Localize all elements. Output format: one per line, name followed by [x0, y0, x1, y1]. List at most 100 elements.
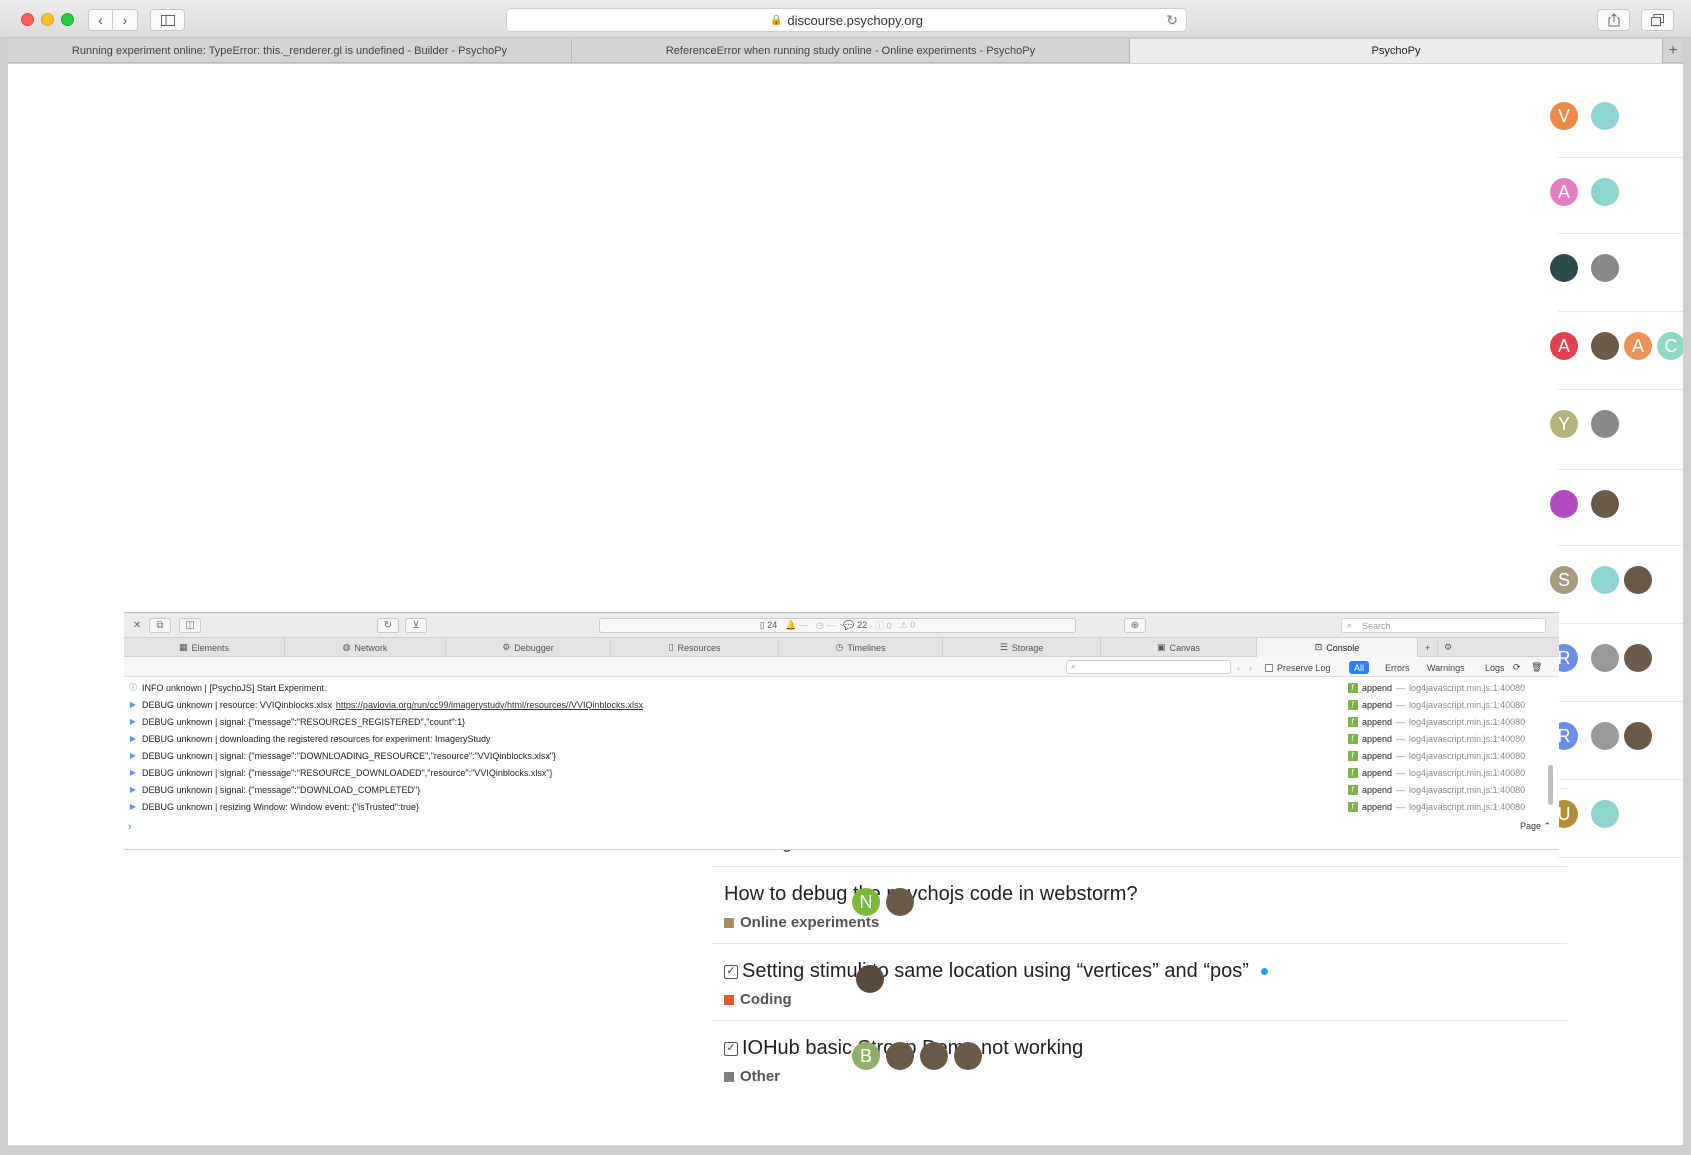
clear-on-reload-button[interactable]: ⟳ [1508, 661, 1526, 674]
filter-all-button[interactable]: All [1349, 661, 1370, 674]
console-message[interactable]: ▶ DEBUG unknown | signal: {"message":"RES… [124, 764, 1544, 781]
tab-storage[interactable]: ☰ Storage [943, 638, 1101, 657]
topic-title-link[interactable]: ✓ Setting stimuli to same location using … [724, 960, 1268, 983]
console-message-source[interactable]: ƒ append — log4javascript.min.js:1:40080 [1348, 767, 1525, 778]
console-message-source[interactable]: ƒ append — log4javascript.min.js:1:40080 [1348, 699, 1525, 710]
filter-errors-button[interactable]: Errors [1380, 661, 1415, 674]
avatar[interactable]: A [1624, 332, 1652, 360]
tab-overview-button[interactable] [1641, 9, 1674, 31]
topic-title-link[interactable]: How to debug the psychojs code in websto… [724, 883, 1138, 906]
console-message-source[interactable]: ƒ append — log4javascript.min.js:1:40080 [1348, 716, 1525, 727]
tab-canvas[interactable]: ▣ Canvas [1101, 638, 1257, 657]
element-picker-button[interactable]: ⊕ [1124, 618, 1146, 633]
tab-timelines[interactable]: ◷ Timelines [779, 638, 943, 657]
filter-logs-button[interactable]: Logs [1480, 661, 1510, 674]
avatar[interactable] [1591, 566, 1619, 594]
address-bar[interactable]: 🔒 discourse.psychopy.org ↻ [506, 8, 1187, 32]
console-prompt-chevron-icon[interactable]: › [128, 821, 132, 833]
browser-tab[interactable]: ReferenceError when running study online… [572, 39, 1130, 63]
console-message[interactable]: ▶ DEBUG unknown | signal: {"message":"DOW… [124, 747, 1544, 764]
minimize-window-button[interactable] [41, 13, 54, 26]
forward-button[interactable]: › [112, 9, 138, 31]
avatar[interactable] [1591, 800, 1619, 828]
reload-page-button[interactable]: ↻ [377, 618, 399, 633]
back-button[interactable]: ‹ [88, 9, 113, 31]
avatar[interactable]: N [852, 888, 880, 916]
avatar[interactable] [1624, 566, 1652, 594]
tab-console[interactable]: ⊡ Console [1257, 638, 1418, 657]
console-filter-input[interactable]: ⌕ [1066, 660, 1231, 674]
topic-category-badge[interactable]: Other [724, 1068, 780, 1085]
tab-elements[interactable]: ▦ Elements [124, 638, 285, 657]
inspector-settings-button[interactable]: ⚙ [1438, 638, 1458, 657]
avatar[interactable]: S [1550, 566, 1578, 594]
avatar[interactable]: Y [1550, 410, 1578, 438]
avatar[interactable]: C [1657, 332, 1683, 360]
avatar[interactable] [1550, 490, 1578, 518]
filter-next-button[interactable]: › [1244, 661, 1257, 674]
clear-log-button[interactable]: 🗑 [1526, 661, 1547, 674]
console-message[interactable]: ▶ DEBUG unknown | signal: {"message":"RES… [124, 713, 1544, 730]
add-tab-button[interactable]: + [1418, 638, 1438, 657]
avatar[interactable] [1591, 254, 1619, 282]
console-message[interactable]: ▶ DEBUG unknown | resource: VVIQinblocks.… [124, 696, 1544, 713]
topic-list-item[interactable]: ✓ Setting stimuli to same location using … [712, 943, 1567, 1021]
avatar[interactable]: V [1550, 102, 1578, 130]
avatar[interactable] [856, 965, 884, 993]
avatar[interactable] [1624, 722, 1652, 750]
avatar[interactable] [920, 1042, 948, 1070]
avatar[interactable] [1591, 490, 1619, 518]
avatar[interactable] [886, 1042, 914, 1070]
console-message-source[interactable]: ƒ append — log4javascript.min.js:1:40080 [1348, 682, 1526, 693]
dock-side-button[interactable]: ◫ [179, 618, 201, 633]
topic-list-item[interactable]: How to debug the psychojs code in websto… [712, 866, 1567, 944]
avatar[interactable] [886, 888, 914, 916]
separator: — [1396, 716, 1406, 727]
zoom-window-button[interactable] [61, 13, 74, 26]
avatar[interactable] [1591, 178, 1619, 206]
console-message-source[interactable]: ƒ append — log4javascript.min.js:1:40080 [1348, 733, 1525, 744]
console-scrollbar[interactable] [1548, 765, 1553, 805]
sidebar-toggle-button[interactable] [150, 9, 185, 31]
console-message[interactable]: ⓘ INFO unknown | [PsychoJS] Start Experim… [124, 679, 1544, 696]
detach-inspector-button[interactable]: ⧉ [149, 618, 171, 633]
avatar[interactable] [1591, 410, 1619, 438]
avatar[interactable] [1591, 644, 1619, 672]
avatar[interactable] [1591, 722, 1619, 750]
close-window-button[interactable] [21, 13, 34, 26]
topic-category-badge[interactable]: Online experiments [724, 914, 879, 931]
topic-list-item[interactable]: ✓ IOHub basic Stroop Demo not working Othe… [712, 1020, 1567, 1098]
browser-tab[interactable]: Running experiment online: TypeError: th… [8, 39, 572, 63]
filter-warnings-button[interactable]: Warnings [1422, 661, 1470, 674]
avatar[interactable]: A [1550, 332, 1578, 360]
tab-network[interactable]: ◍ Network [285, 638, 446, 657]
avatar[interactable] [1550, 254, 1578, 282]
new-tab-button[interactable]: + [1663, 39, 1683, 63]
console-message[interactable]: ▶ DEBUG unknown | downloading the registe… [124, 730, 1544, 747]
avatar[interactable]: B [852, 1042, 880, 1070]
console-message-source[interactable]: ƒ append — log4javascript.min.js:1:40080 [1348, 750, 1525, 761]
execution-context-select[interactable]: Page ⌃ [1520, 821, 1551, 832]
inspector-search-input[interactable]: ⌕ Search [1341, 618, 1546, 633]
avatar[interactable] [1624, 644, 1652, 672]
reload-icon[interactable]: ↻ [1166, 12, 1178, 29]
browser-tab-active[interactable]: PsychoPy [1130, 39, 1663, 63]
preserve-log-checkbox[interactable]: Preserve Log [1260, 661, 1336, 674]
close-inspector-button[interactable]: ✕ [130, 618, 144, 633]
tab-resources[interactable]: ▯ Resources [611, 638, 779, 657]
source-location: log4javascript.min.js:1:40080 [1409, 682, 1526, 693]
download-archive-button[interactable]: ⊻ [405, 618, 427, 633]
avatar[interactable] [1591, 332, 1619, 360]
resource-url-link[interactable]: https://pavlovia.org/run/cc99/imagerystu… [336, 700, 643, 710]
console-message[interactable]: ▶ DEBUG unknown | signal: {"message":"DOW… [124, 781, 1544, 798]
tab-debugger[interactable]: ⚙ Debugger [446, 638, 611, 657]
console-message-source[interactable]: ƒ append — log4javascript.min.js:1:40080 [1348, 784, 1525, 795]
avatar[interactable] [954, 1042, 982, 1070]
console-icon: ⊡ [1314, 642, 1323, 652]
console-message[interactable]: ▶ DEBUG unknown | resizing Window: Window… [124, 798, 1544, 815]
console-message-source[interactable]: ƒ append — log4javascript.min.js:1:40080 [1348, 801, 1525, 812]
topic-category-badge[interactable]: Coding [724, 991, 792, 1008]
avatar[interactable]: A [1550, 178, 1578, 206]
share-button[interactable] [1597, 9, 1630, 31]
avatar[interactable] [1591, 102, 1619, 130]
